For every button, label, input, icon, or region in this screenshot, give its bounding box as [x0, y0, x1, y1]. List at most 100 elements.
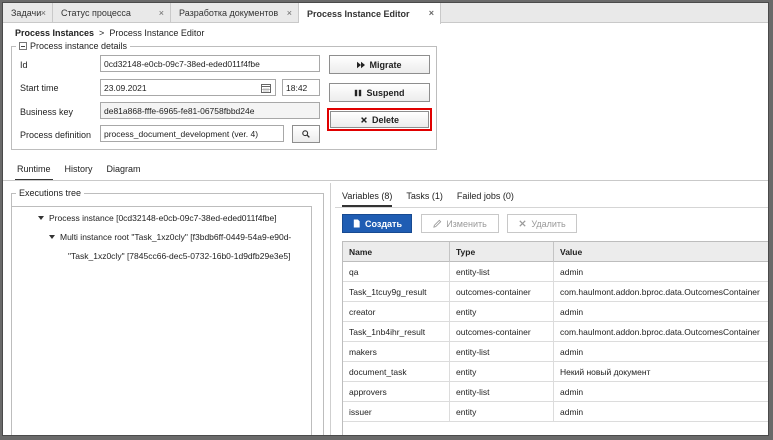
remove-button[interactable]: Удалить	[507, 214, 577, 233]
expand-icon[interactable]	[49, 235, 55, 239]
tab-document-development[interactable]: Разработка документов ×	[171, 3, 299, 23]
button-label: Migrate	[369, 59, 402, 70]
group-title: Executions tree	[19, 188, 82, 198]
tab-variables[interactable]: Variables (8)	[342, 191, 393, 207]
tab-close-icon[interactable]: ×	[159, 8, 164, 18]
close-icon	[519, 220, 526, 227]
create-button[interactable]: Создать	[342, 214, 412, 233]
cell-type: entity-list	[450, 382, 554, 402]
fast-forward-icon	[357, 61, 366, 68]
calendar-icon[interactable]	[258, 79, 274, 96]
tab-bar: Задачи × Статус процесса × Разработка до…	[3, 3, 768, 24]
breadcrumb-separator: >	[99, 28, 105, 38]
edit-button[interactable]: Изменить	[421, 214, 499, 233]
group-legend[interactable]: Process instance details	[16, 41, 131, 51]
cell-value: admin	[560, 307, 584, 317]
id-label: Id	[20, 60, 28, 70]
cell-name: document_task	[343, 362, 450, 382]
table-row[interactable]: document_task entity Некий новый документ	[343, 362, 768, 382]
tab-label: Статус процесса	[61, 8, 131, 18]
cell-value: admin	[560, 347, 584, 357]
table-row[interactable]: Task_1nb4ihr_result outcomes-container com…	[343, 322, 768, 342]
column-header-value[interactable]: Value	[554, 242, 768, 262]
suspend-button[interactable]: Suspend	[329, 83, 430, 102]
business-key-field[interactable]: de81a868-fffe-6965-fe81-06758fbbd24e	[100, 102, 320, 119]
tree-node-label: Process instance [0cd32148-e0cb-09c7-38e…	[49, 213, 277, 223]
table-row[interactable]: makers entity-list admin	[343, 342, 768, 362]
tab-history[interactable]: History	[63, 163, 95, 181]
migrate-button[interactable]: Migrate	[329, 55, 430, 74]
table-row[interactable]: qa entity-list admin	[343, 262, 768, 282]
variables-tabs: Variables (8) Tasks (1) Failed jobs (0)	[342, 191, 514, 207]
tab-tasks[interactable]: Задачи ×	[3, 3, 53, 23]
group-legend: Executions tree	[16, 188, 85, 198]
tab-failed-jobs[interactable]: Failed jobs (0)	[457, 191, 514, 207]
start-time-label: Start time	[20, 83, 59, 93]
tab-process-status[interactable]: Статус процесса ×	[53, 3, 171, 23]
tab-close-icon[interactable]: ×	[287, 8, 292, 18]
table-row[interactable]: approvers entity-list admin	[343, 382, 768, 402]
cell-name: approvers	[343, 382, 450, 402]
cell-type: outcomes-container	[450, 282, 554, 302]
button-label: Создать	[364, 218, 402, 229]
tree-node[interactable]: Process instance [0cd32148-e0cb-09c7-38e…	[38, 213, 277, 223]
tab-process-instance-editor[interactable]: Process Instance Editor ×	[299, 3, 441, 24]
split-divider[interactable]	[330, 183, 331, 435]
process-definition-field[interactable]: process_document_development (ver. 4)	[100, 125, 284, 142]
tree-node-label: Multi instance root "Task_1xz0cly" [f3bd…	[60, 232, 292, 242]
breadcrumb-link-process-instances[interactable]: Process Instances	[15, 28, 94, 38]
tree-node[interactable]: "Task_1xz0cly" [7845cc66-dec5-0732-16b0-…	[68, 251, 290, 261]
collapse-icon[interactable]	[19, 42, 27, 50]
search-button[interactable]	[292, 125, 320, 143]
tab-tasks[interactable]: Tasks (1)	[406, 191, 443, 207]
cell-type: entity	[450, 302, 554, 322]
table-header: Name Type Value	[343, 242, 768, 262]
cell-value: Некий новый документ	[560, 367, 651, 377]
table-row[interactable]: Task_1tcuy9g_result outcomes-container com…	[343, 282, 768, 302]
divider	[3, 180, 768, 181]
cell-name: creator	[343, 302, 450, 322]
business-key-label: Business key	[20, 107, 74, 117]
cell-value: admin	[560, 407, 584, 417]
table-row[interactable]: issuer entity admin	[343, 402, 768, 422]
cell-type: entity-list	[450, 262, 554, 282]
variables-table: Name Type Value qa entity-list admin Task_1…	[342, 241, 768, 435]
app-window: Задачи × Статус процесса × Разработка до…	[2, 2, 769, 436]
pause-icon	[355, 89, 362, 96]
tab-close-icon[interactable]: ×	[429, 8, 434, 18]
cell-name: issuer	[343, 402, 450, 422]
cell-type: entity	[450, 402, 554, 422]
executions-tree[interactable]: Process instance [0cd32148-e0cb-09c7-38e…	[11, 206, 312, 435]
expand-icon[interactable]	[38, 216, 44, 220]
tree-node-label: "Task_1xz0cly" [7845cc66-dec5-0732-16b0-…	[68, 251, 291, 261]
delete-button[interactable]: Delete	[330, 111, 429, 128]
process-definition-label: Process definition	[20, 130, 92, 140]
cell-name: makers	[343, 342, 450, 362]
button-label: Удалить	[531, 218, 566, 229]
column-header-name[interactable]: Name	[343, 242, 450, 262]
button-label: Delete	[371, 114, 399, 125]
cell-type: entity	[450, 362, 554, 382]
tab-label: Process Instance Editor	[307, 8, 410, 19]
tab-diagram[interactable]: Diagram	[105, 163, 143, 181]
table-row[interactable]: creator entity admin	[343, 302, 768, 322]
pencil-icon	[433, 219, 442, 228]
start-date-field[interactable]: 23.09.2021	[100, 79, 276, 96]
tree-node[interactable]: Multi instance root "Task_1xz0cly" [f3bd…	[49, 232, 291, 242]
breadcrumb-current: Process Instance Editor	[109, 28, 205, 38]
document-icon	[353, 219, 360, 228]
column-header-type[interactable]: Type	[450, 242, 554, 262]
tab-runtime[interactable]: Runtime	[15, 163, 53, 181]
divider	[335, 207, 768, 208]
tab-close-icon[interactable]: ×	[41, 8, 46, 18]
cell-name: Task_1tcuy9g_result	[343, 282, 450, 302]
group-title: Process instance details	[30, 41, 128, 51]
tab-label: Разработка документов	[179, 8, 279, 18]
button-label: Изменить	[446, 218, 487, 229]
id-field[interactable]: 0cd32148-e0cb-09c7-38ed-eded011f4fbe	[100, 55, 320, 72]
cell-value: admin	[560, 387, 584, 397]
button-label: Suspend	[366, 87, 405, 98]
cell-type: outcomes-container	[450, 322, 554, 342]
start-time-field[interactable]: 18:42	[282, 79, 320, 96]
cell-name: Task_1nb4ihr_result	[343, 322, 450, 342]
